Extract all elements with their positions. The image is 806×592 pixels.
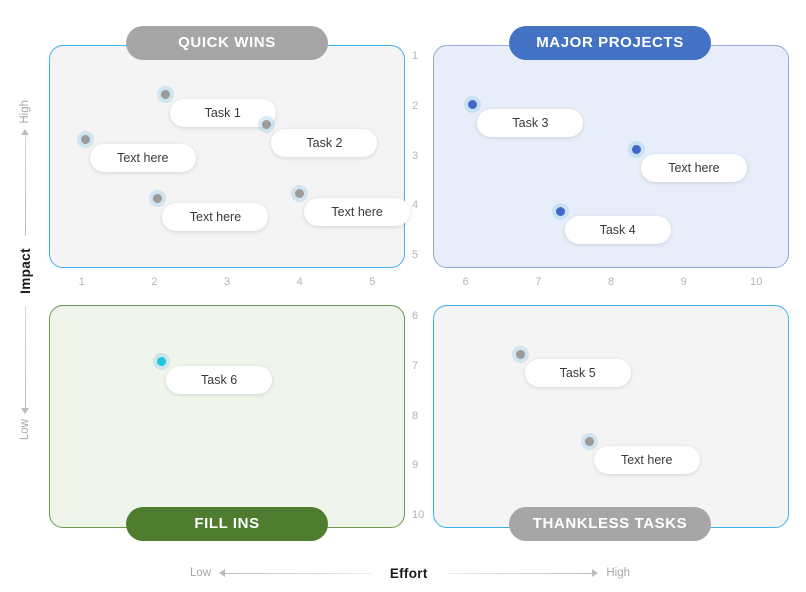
x-tick-5: 5 (369, 276, 376, 288)
data-point-label[interactable]: Text here (304, 198, 411, 227)
y-tick-2: 2 (412, 99, 419, 112)
data-point-label[interactable]: Task 3 (477, 108, 584, 137)
effort-axis: Low Effort High (190, 560, 630, 586)
data-point-marker-icon (584, 436, 594, 446)
data-point-label[interactable]: Text here (593, 445, 700, 474)
x-tick-10: 10 (750, 276, 763, 288)
quadrant-fill-ins[interactable] (49, 305, 405, 528)
data-point-marker-icon (80, 134, 90, 144)
effort-left-arrow-icon (219, 569, 371, 577)
data-point-marker-icon (631, 144, 641, 154)
x-tick-6: 6 (462, 276, 469, 288)
impact-axis-title: Impact (17, 248, 33, 295)
y-tick-1: 1 (412, 50, 419, 63)
y-tick-7: 7 (412, 359, 419, 372)
x-tick-1: 1 (78, 276, 85, 288)
impact-axis: High Impact Low (4, 100, 46, 440)
data-point-label[interactable]: Task 5 (524, 359, 631, 388)
quadrant-title-quick-wins[interactable]: QUICK WINS (126, 26, 328, 60)
x-tick-9: 9 (680, 276, 687, 288)
quadrant-thankless-tasks[interactable] (433, 305, 789, 528)
impact-down-arrow-icon (21, 306, 29, 414)
data-point-marker-icon (555, 206, 565, 216)
y-tick-8: 8 (412, 409, 419, 422)
x-tick-7: 7 (535, 276, 542, 288)
x-tick-4: 4 (296, 276, 303, 288)
quadrant-title-fill-ins[interactable]: FILL INS (126, 507, 328, 541)
data-point-label[interactable]: Text here (89, 143, 196, 172)
data-point-label[interactable]: Task 1 (169, 99, 276, 128)
y-tick-9: 9 (412, 459, 419, 472)
data-point-marker-icon (160, 90, 170, 100)
data-point-marker-icon (515, 350, 525, 360)
impact-up-arrow-icon (21, 128, 29, 237)
quadrant-title-major-projects[interactable]: MAJOR PROJECTS (509, 26, 711, 60)
y-tick-6: 6 (412, 310, 419, 323)
effort-axis-low-label: Low (190, 567, 212, 579)
y-tick-3: 3 (412, 149, 419, 162)
y-tick-5: 5 (412, 248, 419, 261)
quadrant-title-thankless-tasks[interactable]: THANKLESS TASKS (509, 507, 711, 541)
impact-effort-matrix: QUICK WINS MAJOR PROJECTS FILL INS THANK… (0, 0, 806, 592)
data-point-label[interactable]: Text here (640, 153, 747, 182)
x-tick-3: 3 (223, 276, 231, 288)
y-tick-10: 10 (412, 508, 425, 521)
x-tick-2: 2 (151, 276, 158, 288)
effort-right-arrow-icon (446, 569, 599, 577)
data-point-label[interactable]: Task 6 (166, 366, 273, 395)
effort-axis-high-label: High (606, 567, 630, 579)
y-tick-4: 4 (412, 199, 419, 212)
data-point-label[interactable]: Task 4 (564, 215, 671, 244)
x-tick-8: 8 (607, 276, 615, 288)
effort-axis-title: Effort (389, 565, 428, 581)
impact-axis-high-label: High (19, 100, 31, 124)
data-point-label[interactable]: Task 2 (271, 128, 378, 157)
data-point-label[interactable]: Text here (162, 203, 269, 232)
impact-axis-low-label: Low (19, 418, 31, 440)
